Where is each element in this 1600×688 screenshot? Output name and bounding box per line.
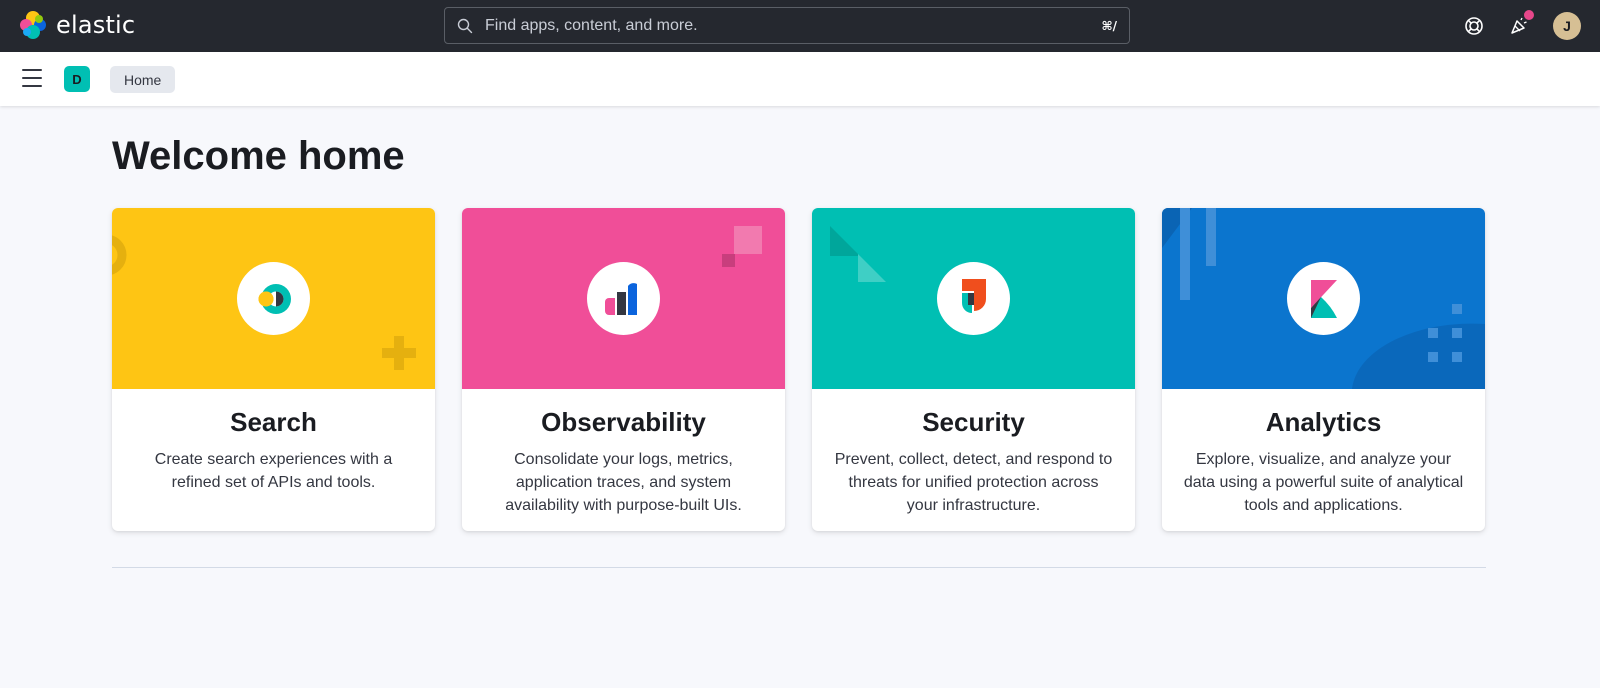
hamburger-icon [22,85,42,87]
page-title: Welcome home [112,134,405,178]
hamburger-icon [22,69,42,71]
card-description: Prevent, collect, detect, and respond to… [834,451,1113,514]
solution-card-analytics[interactable]: Analytics Explore, visualize, and analyz… [1162,208,1485,531]
decorative-bars-icon [1162,208,1216,300]
search-input[interactable] [485,16,1102,35]
kibana-logo-icon [1310,279,1337,318]
card-description: Consolidate your logs, metrics, applicat… [505,451,742,514]
card-description: Explore, visualize, and analyze your dat… [1183,451,1464,514]
decorative-ring-icon [112,235,127,275]
card-title: Observability [541,407,706,437]
global-header: elastic ⌘/ J [0,0,1600,52]
decorative-triangles-icon [830,226,886,282]
elastic-logo-icon [20,11,46,39]
observability-logo-icon [604,282,637,315]
card-banner [462,208,785,389]
card-logo [1287,262,1360,335]
elastic-home-link[interactable]: elastic [18,10,135,40]
user-avatar[interactable]: J [1553,12,1581,40]
card-title: Search [230,407,317,437]
decorative-dots-icon [1352,304,1485,389]
help-menu-button[interactable] [1461,13,1487,39]
card-banner [812,208,1135,389]
card-title: Security [922,407,1025,437]
card-banner [1162,208,1485,389]
solution-card-security[interactable]: Security Prevent, collect, detect, and r… [812,208,1135,531]
solution-card-search[interactable]: Search Create search experiences with a … [112,208,435,531]
newsfeed-button[interactable] [1506,10,1534,39]
solution-card-observability[interactable]: Observability Consolidate your logs, met… [462,208,785,531]
card-logo [937,262,1010,335]
hamburger-icon [22,77,42,79]
search-shortcut-hint: ⌘/ [1101,18,1117,33]
breadcrumb-home: Home [110,66,176,93]
enterprise-search-logo-icon [258,283,291,314]
card-logo [587,262,660,335]
global-search[interactable]: ⌘/ [444,7,1130,44]
decorative-plus-icon [382,336,416,370]
card-description: Create search experiences with a refined… [154,451,393,491]
search-icon [457,18,473,33]
section-divider [112,567,1486,568]
security-logo-icon [961,278,986,313]
unread-indicator [1524,10,1534,20]
app-header: D Home [0,52,1600,106]
help-icon [1465,17,1483,35]
brand-name: elastic [56,11,136,39]
card-title: Analytics [1265,407,1382,437]
card-logo [237,262,310,335]
decorative-squares-icon [722,226,762,267]
space-selector[interactable]: D [64,66,90,92]
card-banner [112,208,435,389]
menu-toggle-button[interactable] [22,69,42,87]
